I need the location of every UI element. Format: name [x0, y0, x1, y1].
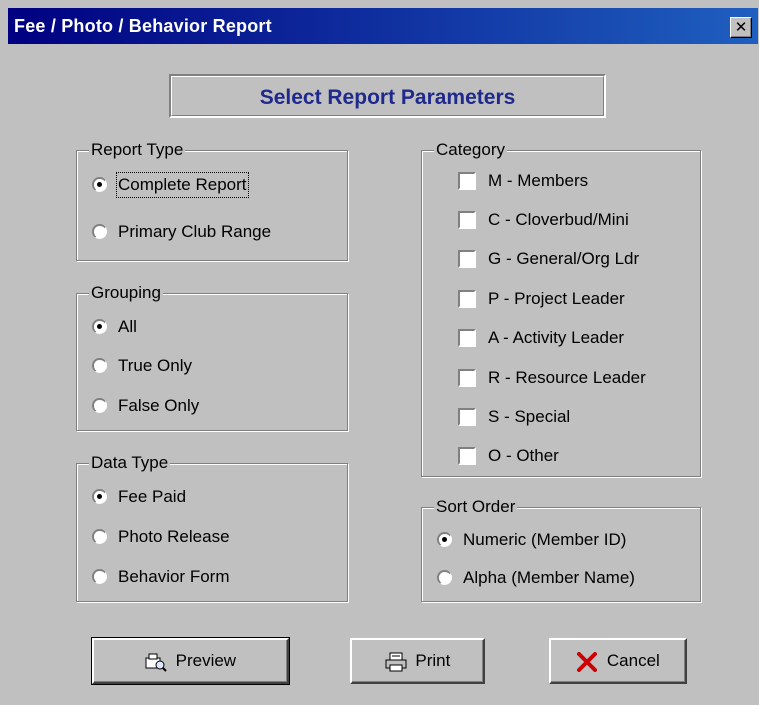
radio-button[interactable] — [92, 489, 107, 504]
category-legend: Category — [434, 140, 507, 160]
window-title: Fee / Photo / Behavior Report — [14, 16, 272, 36]
radio-button[interactable] — [92, 224, 107, 239]
sort-order-legend: Sort Order — [434, 497, 518, 517]
preview-button-label: Preview — [175, 651, 237, 670]
radio-label: False Only — [118, 396, 200, 415]
checkbox-label: R - Resource Leader — [488, 368, 646, 387]
radio-label: Fee Paid — [118, 487, 187, 506]
heading-panel: Select Report Parameters — [169, 74, 606, 118]
radio-button[interactable] — [92, 529, 107, 544]
radio-label: Complete Report — [116, 172, 249, 198]
page-title: Select Report Parameters — [259, 86, 516, 109]
radio-label: Alpha (Member Name) — [463, 568, 635, 587]
radio-button[interactable] — [92, 358, 107, 373]
radio-label: Primary Club Range — [118, 222, 272, 241]
close-icon: ✕ — [734, 19, 748, 36]
radio-button[interactable] — [437, 570, 452, 585]
grouping-legend: Grouping — [89, 283, 163, 303]
red-x-icon — [577, 651, 598, 672]
preview-icon — [145, 653, 167, 672]
radio-button[interactable] — [92, 569, 107, 584]
grouping-group: Grouping All True Only False Only — [76, 283, 348, 431]
data-type-legend: Data Type — [89, 453, 171, 473]
checkbox[interactable] — [458, 447, 476, 465]
report-type-group: Report Type Complete Report Primary Club… — [76, 140, 348, 261]
radio-label: True Only — [118, 356, 193, 375]
checkbox-label: M - Members — [488, 171, 589, 190]
cancel-button-label: Cancel — [606, 651, 660, 670]
radio-button[interactable] — [92, 398, 107, 413]
cancel-button[interactable]: Cancel — [549, 638, 687, 684]
checkbox[interactable] — [458, 172, 476, 190]
report-type-legend: Report Type — [89, 140, 186, 160]
print-button[interactable]: Print — [350, 638, 485, 684]
checkbox[interactable] — [458, 290, 476, 308]
printer-icon — [385, 652, 407, 672]
preview-button[interactable]: Preview — [91, 637, 290, 685]
checkbox-label: S - Special — [488, 407, 571, 426]
radio-button[interactable] — [92, 319, 107, 334]
checkbox[interactable] — [458, 250, 476, 268]
checkbox-label: O - Other — [488, 446, 559, 465]
checkbox-label: A - Activity Leader — [488, 328, 625, 347]
checkbox-label: C - Cloverbud/Mini — [488, 210, 629, 229]
category-group: Category M - Members C - Cloverbud/Mini … — [421, 140, 701, 477]
radio-button[interactable] — [92, 177, 107, 192]
radio-label: Photo Release — [118, 527, 230, 546]
sort-order-group: Sort Order Numeric (Member ID) Alpha (Me… — [421, 497, 701, 602]
checkbox-label: P - Project Leader — [488, 289, 625, 308]
radio-label: Numeric (Member ID) — [463, 530, 627, 549]
dialog-window: Fee / Photo / Behavior Report ✕ Select R… — [0, 0, 759, 705]
checkbox[interactable] — [458, 369, 476, 387]
radio-label: All — [118, 317, 137, 336]
title-bar[interactable]: Fee / Photo / Behavior Report ✕ — [8, 8, 758, 44]
checkbox-label: G - General/Org Ldr — [488, 249, 640, 268]
checkbox[interactable] — [458, 329, 476, 347]
data-type-group: Data Type Fee Paid Photo Release Behavio… — [76, 453, 348, 602]
radio-label: Behavior Form — [118, 567, 230, 586]
checkbox[interactable] — [458, 408, 476, 426]
radio-button[interactable] — [437, 532, 452, 547]
close-button[interactable]: ✕ — [730, 17, 752, 38]
print-button-label: Print — [415, 651, 451, 670]
checkbox[interactable] — [458, 211, 476, 229]
